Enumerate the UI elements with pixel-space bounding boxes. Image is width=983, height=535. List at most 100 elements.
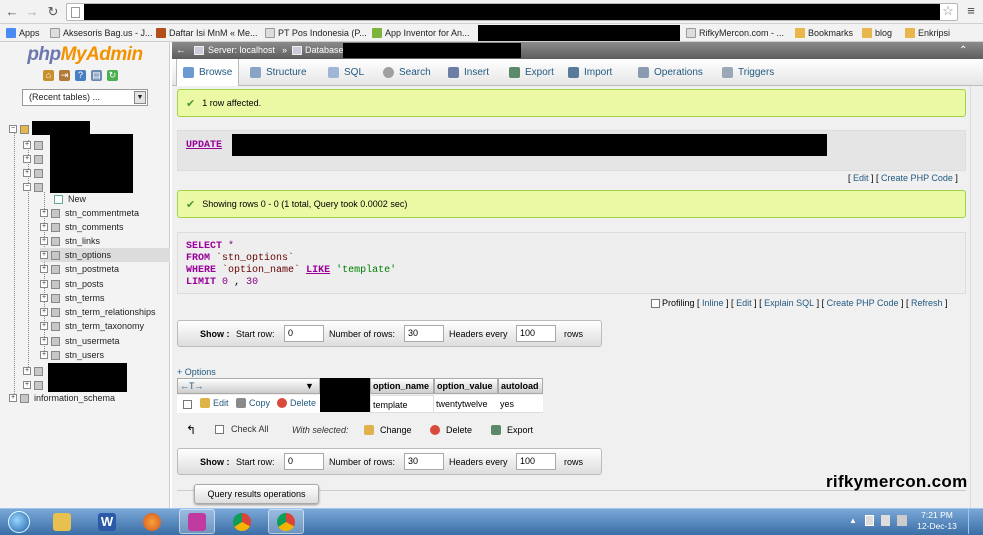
help-icon[interactable]: ? [75,70,86,81]
tree-table-item[interactable]: + stn_links [40,234,100,248]
explain-sql-link[interactable]: Explain SQL [764,298,814,308]
show-desktop-button[interactable] [968,509,982,534]
headers-every-input[interactable]: 100 [516,453,556,470]
home-icon[interactable]: ⌂ [43,70,54,81]
column-header-option-value[interactable]: option_value [434,378,498,394]
tree-table-item[interactable]: + stn_terms [40,291,105,305]
bulk-change-button[interactable]: Change [364,425,412,435]
tree-db-node-expanded[interactable]: − [23,180,48,194]
tree-table-item[interactable]: + stn_comments [40,220,124,234]
reload-icon[interactable]: ↻ [45,4,61,20]
tree-db-node[interactable]: + [23,364,48,378]
tree-table-item[interactable]: + stn_posts [40,277,104,291]
clock[interactable]: 7:21 PM 12-Dec-13 [912,510,962,532]
forward-arrow-icon[interactable]: → [24,4,40,20]
cell-option-value[interactable]: twentytwelve [434,395,498,413]
taskbar-chrome[interactable] [224,509,260,534]
inline-link[interactable]: Inline [702,298,724,308]
bookmark-rifkymercon[interactable]: RifkyMercon.com - ... [686,24,784,42]
collapse-arrow-icon[interactable]: ← [176,42,186,59]
row-delete-button[interactable]: Delete [277,398,316,408]
collapse-up-icon[interactable]: ⌃ [959,42,967,59]
taskbar-explorer[interactable] [44,509,80,534]
tab-insert[interactable]: Insert [442,59,495,86]
sort-chevron-icon[interactable]: ▼ [305,379,314,393]
tab-browse[interactable]: Browse [176,59,240,86]
bookmark-app-inventor[interactable]: App Inventor for An... [372,24,470,42]
row-edit-button[interactable]: Edit [200,398,229,408]
create-php-link[interactable]: Create PHP Code [881,173,953,183]
tree-table-item[interactable]: + stn_term_relationships [40,305,156,319]
docs-icon[interactable]: ▤ [91,70,102,81]
headers-every-input[interactable]: 100 [516,325,556,342]
tree-table-item[interactable]: + stn_term_taxonomy [40,319,144,333]
tree-information-schema[interactable]: + information_schema [9,391,115,405]
tree-table-item[interactable]: + stn_postmeta [40,262,119,276]
tree-db-node[interactable]: + [23,378,48,392]
tab-import[interactable]: Import [562,59,618,86]
column-arrows-header[interactable]: ←T→ ▼ [177,378,320,394]
bookmark-aksesoris[interactable]: Aksesoris Bag.us - J... [50,24,153,42]
num-rows-input[interactable]: 30 [404,325,444,342]
tab-operations[interactable]: Operations [632,59,709,86]
column-header-autoload[interactable]: autoload [498,378,543,394]
num-rows-input[interactable]: 30 [404,453,444,470]
tree-new-table[interactable]: New [54,192,86,206]
tab-sql[interactable]: SQL [322,59,370,86]
check-all-checkbox[interactable] [215,424,224,434]
sql-keyword-like[interactable]: LIKE [306,265,330,276]
start-button[interactable] [2,508,36,535]
tree-table-item[interactable]: + stn_usermeta [40,334,120,348]
tree-db-node[interactable]: + [23,138,48,152]
tray-expand-icon[interactable]: ▲ [849,516,857,525]
star-icon[interactable]: ☆ [940,3,956,19]
column-header-option-name[interactable]: option_name [370,378,434,394]
tree-table-item-selected[interactable]: + stn_options [40,248,170,262]
bookmark-folder-bookmarks[interactable]: Bookmarks [795,24,853,42]
phpmyadmin-logo[interactable]: phpMyAdmin [0,44,170,66]
cell-option-name[interactable]: template [370,395,434,413]
cell-autoload[interactable]: yes [498,395,543,413]
tab-triggers[interactable]: Triggers [716,59,780,86]
network-icon[interactable] [865,515,874,526]
tree-table-item[interactable]: + stn_commentmeta [40,206,139,220]
tree-table-item[interactable]: + stn_users [40,348,104,362]
bookmark-pt-pos[interactable]: PT Pos Indonesia (P... [265,24,367,42]
show-button[interactable]: Show : [200,457,230,467]
bookmark-daftar-isi[interactable]: Daftar Isi MnM « Me... [156,24,258,42]
bookmark-apps[interactable]: Apps [6,24,40,42]
edit-link[interactable]: Edit [736,298,752,308]
bookmark-folder-enkripsi[interactable]: Enkripsi [905,24,950,42]
menu-icon[interactable]: ≡ [963,3,979,19]
tab-search[interactable]: Search [377,59,437,86]
profiling-checkbox[interactable] [651,298,660,308]
breadcrumb-database[interactable]: Database [305,42,344,59]
reload-nav-icon[interactable]: ↻ [107,70,118,81]
start-row-input[interactable]: 0 [284,453,324,470]
taskbar-chrome-active[interactable] [268,509,304,534]
taskbar-word[interactable]: W [89,509,125,534]
tab-structure[interactable]: Structure [244,59,313,86]
recent-tables-select[interactable]: (Recent tables) ... ▼ [22,89,148,106]
create-php-link[interactable]: Create PHP Code [827,298,899,308]
tree-db-node[interactable]: + [23,166,48,180]
scrollbar[interactable] [970,86,983,508]
query-results-operations-button[interactable]: Query results operations [194,484,319,504]
breadcrumb-server[interactable]: Server: localhost [208,42,275,59]
check-all[interactable]: Check All [215,424,269,434]
flag-icon[interactable] [897,515,907,526]
bookmark-folder-blog[interactable]: blog [862,24,892,42]
logout-icon[interactable]: ⇥ [59,70,70,81]
taskbar-firefox[interactable] [134,509,170,534]
speaker-icon[interactable] [881,515,890,526]
bulk-delete-button[interactable]: Delete [430,425,472,435]
tree-db-node[interactable]: + [23,152,48,166]
edit-link[interactable]: Edit [853,173,869,183]
refresh-link[interactable]: Refresh [911,298,943,308]
back-arrow-icon[interactable]: ← [4,4,20,20]
row-copy-button[interactable]: Copy [236,398,270,408]
taskbar-app[interactable] [179,509,215,534]
tree-server-node[interactable]: − [9,122,34,136]
bulk-export-button[interactable]: Export [491,425,533,435]
tab-export[interactable]: Export [503,59,560,86]
